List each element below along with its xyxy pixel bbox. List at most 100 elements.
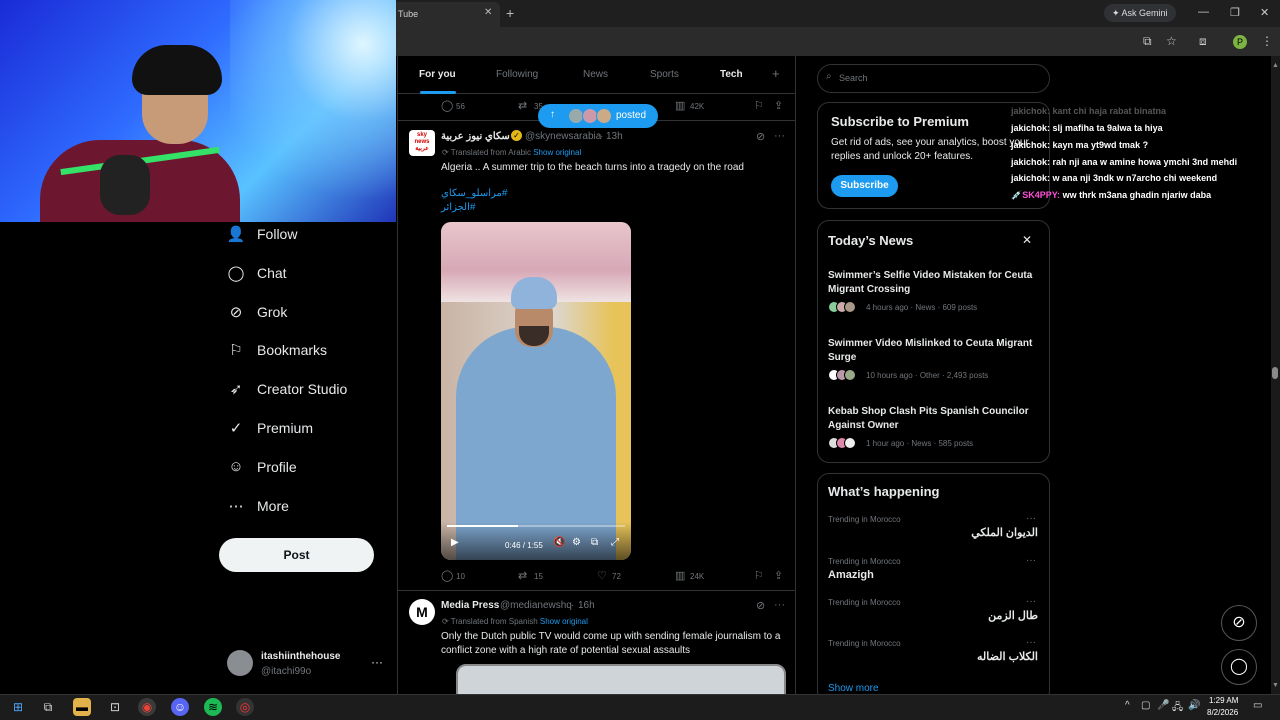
extensions-icon[interactable]: ⧈ — [1199, 34, 1207, 49]
repost-icon[interactable]: ⇄ — [518, 569, 527, 582]
trend-topic[interactable]: Amazigh — [828, 569, 1038, 581]
fullscreen-icon[interactable]: ⤢ — [611, 537, 619, 548]
nav-item-profile[interactable]: ☺ Profile — [225, 453, 385, 481]
star-icon[interactable]: ☆ — [1166, 34, 1177, 48]
account-name[interactable]: itashiinthehouse — [261, 651, 340, 662]
grok-fab-icon[interactable]: ⊘ — [1221, 605, 1257, 641]
show-more-link[interactable]: Show more — [828, 683, 879, 694]
play-icon[interactable]: ▶ — [451, 537, 459, 548]
bookmark-icon[interactable]: ⚐ — [754, 99, 764, 112]
account-more-icon[interactable]: ··· — [371, 655, 383, 669]
notifications-icon[interactable]: ▭ — [1253, 700, 1262, 711]
trend-topic[interactable]: الديوان الملكي — [828, 526, 1038, 539]
clock-time[interactable]: 1:29 AM — [1209, 696, 1238, 705]
mute-icon[interactable]: 🔇 — [553, 537, 565, 548]
tweet-image[interactable] — [456, 664, 786, 694]
tab-news[interactable]: News — [583, 69, 608, 80]
subscribe-button[interactable]: Subscribe — [831, 175, 898, 197]
nav-item-follow[interactable]: 👤 Follow — [225, 220, 385, 248]
profile-avatar[interactable]: P — [1233, 35, 1247, 49]
file-explorer-icon[interactable]: ▬ — [73, 698, 91, 716]
trend-more-icon[interactable]: ··· — [1026, 596, 1036, 607]
task-view-icon[interactable]: ⧉ — [39, 698, 57, 716]
microphone-icon[interactable]: 🎤 — [1157, 700, 1169, 711]
nav-item-creator-studio[interactable]: ➶ Creator Studio — [225, 375, 385, 403]
ask-gemini-button[interactable]: ✦ Ask Gemini — [1104, 4, 1176, 22]
more-icon[interactable]: ··· — [774, 130, 785, 142]
nav-item-more[interactable]: ⋯ More — [225, 492, 385, 520]
pip-icon[interactable]: ⧉ — [591, 537, 598, 548]
spotify-icon[interactable]: ≋ — [204, 698, 222, 716]
tweet-handle[interactable]: @skynewsarabia — [525, 131, 601, 142]
share-icon[interactable]: ⇪ — [774, 569, 783, 582]
tweet-time[interactable]: 13h — [606, 131, 623, 142]
show-original-link[interactable]: Show original — [533, 148, 581, 157]
grok-icon[interactable]: ⊘ — [756, 599, 765, 612]
tweet-avatar[interactable]: M — [409, 599, 435, 625]
settings-icon[interactable]: ⚙ — [572, 537, 581, 548]
reply-icon[interactable]: ◯ — [441, 99, 453, 112]
hashtag[interactable]: #مراسلو_سكاي — [441, 188, 507, 199]
more-icon[interactable]: ··· — [774, 599, 785, 611]
show-original-link[interactable]: Show original — [540, 617, 588, 626]
trend-more-icon[interactable]: ··· — [1026, 637, 1036, 648]
scroll-up-icon[interactable]: ▲ — [1272, 62, 1279, 69]
tweet-author-name[interactable]: سكاي نيوز عربية — [441, 131, 510, 142]
add-tab-button[interactable]: + — [772, 66, 780, 81]
obs-icon[interactable]: ◎ — [236, 698, 254, 716]
discord-icon[interactable]: ☺ — [171, 698, 189, 716]
post-button[interactable]: Post — [219, 538, 374, 572]
tweet-avatar[interactable]: sky news عربية — [409, 130, 435, 156]
tweet-author-name[interactable]: Media Press — [441, 600, 499, 611]
views-icon[interactable]: ▥ — [675, 569, 685, 582]
like-icon[interactable]: ♡ — [597, 569, 607, 582]
tray-icon[interactable]: ▢ — [1141, 700, 1150, 711]
tab-for-you[interactable]: For you — [419, 69, 456, 80]
trend-more-icon[interactable]: ··· — [1026, 555, 1036, 566]
news-headline[interactable]: Kebab Shop Clash Pits Spanish Councilor … — [828, 405, 1038, 433]
menu-icon[interactable]: ⋮ — [1261, 34, 1273, 48]
messages-fab-icon[interactable]: ◯ — [1221, 649, 1257, 685]
tab-tech[interactable]: Tech — [720, 69, 743, 80]
new-tab-button[interactable]: + — [506, 5, 514, 21]
chrome-icon[interactable]: ◉ — [138, 698, 156, 716]
trend-topic[interactable]: الكلاب الضاله — [828, 650, 1038, 663]
grok-icon[interactable]: ⊘ — [756, 130, 765, 143]
tab-sports[interactable]: Sports — [650, 69, 679, 80]
tweet-handle[interactable]: @medianewshq — [500, 600, 572, 611]
volume-icon[interactable]: 🔊 — [1188, 700, 1200, 711]
reply-icon[interactable]: ◯ — [441, 569, 453, 582]
minimize-icon[interactable]: — — [1198, 6, 1209, 18]
close-icon[interactable]: ✕ — [1022, 233, 1032, 247]
news-headline[interactable]: Swimmer’s Selfie Video Mistaken for Ceut… — [828, 269, 1038, 297]
tab-following[interactable]: Following — [496, 69, 538, 80]
share-icon[interactable]: ⇪ — [774, 99, 783, 112]
news-headline[interactable]: Swimmer Video Mislinked to Ceuta Migrant… — [828, 337, 1038, 365]
hashtag[interactable]: #الجزائر — [441, 202, 475, 213]
nav-item-premium[interactable]: ✓ Premium — [225, 414, 385, 442]
chat-user: jakichok: — [1011, 157, 1051, 167]
cast-icon[interactable]: ⧉ — [1143, 34, 1152, 49]
scrollbar-thumb[interactable] — [1272, 367, 1278, 379]
scroll-down-icon[interactable]: ▼ — [1272, 682, 1279, 689]
new-posts-pill[interactable]: ↑ posted — [538, 104, 658, 128]
nav-item-grok[interactable]: ⊘ Grok — [225, 298, 385, 326]
views-icon[interactable]: ▥ — [675, 99, 685, 112]
bookmark-icon[interactable]: ⚐ — [754, 569, 764, 582]
tab-close-icon[interactable]: ✕ — [484, 7, 492, 18]
clock-date[interactable]: 8/2/2026 — [1207, 708, 1238, 717]
trend-topic[interactable]: طال الزمن — [828, 609, 1038, 622]
avatar[interactable] — [227, 650, 253, 676]
tray-expand-icon[interactable]: ^ — [1125, 700, 1130, 711]
network-icon[interactable]: 🖧 — [1172, 700, 1183, 717]
repost-icon[interactable]: ⇄ — [518, 99, 527, 112]
nav-item-chat[interactable]: ◯ Chat — [225, 259, 385, 287]
store-icon[interactable]: ⊡ — [106, 698, 124, 716]
tweet-video[interactable]: ▶ 0:46 / 1:55 🔇 ⚙ ⧉ ⤢ — [441, 222, 631, 560]
nav-item-bookmarks[interactable]: ⚐ Bookmarks — [225, 336, 385, 364]
tweet-time[interactable]: 16h — [578, 600, 595, 611]
window-close-icon[interactable]: ✕ — [1260, 6, 1269, 19]
start-icon[interactable]: ⊞ — [9, 698, 27, 716]
maximize-icon[interactable]: ❐ — [1230, 6, 1240, 19]
trend-more-icon[interactable]: ··· — [1026, 513, 1036, 524]
